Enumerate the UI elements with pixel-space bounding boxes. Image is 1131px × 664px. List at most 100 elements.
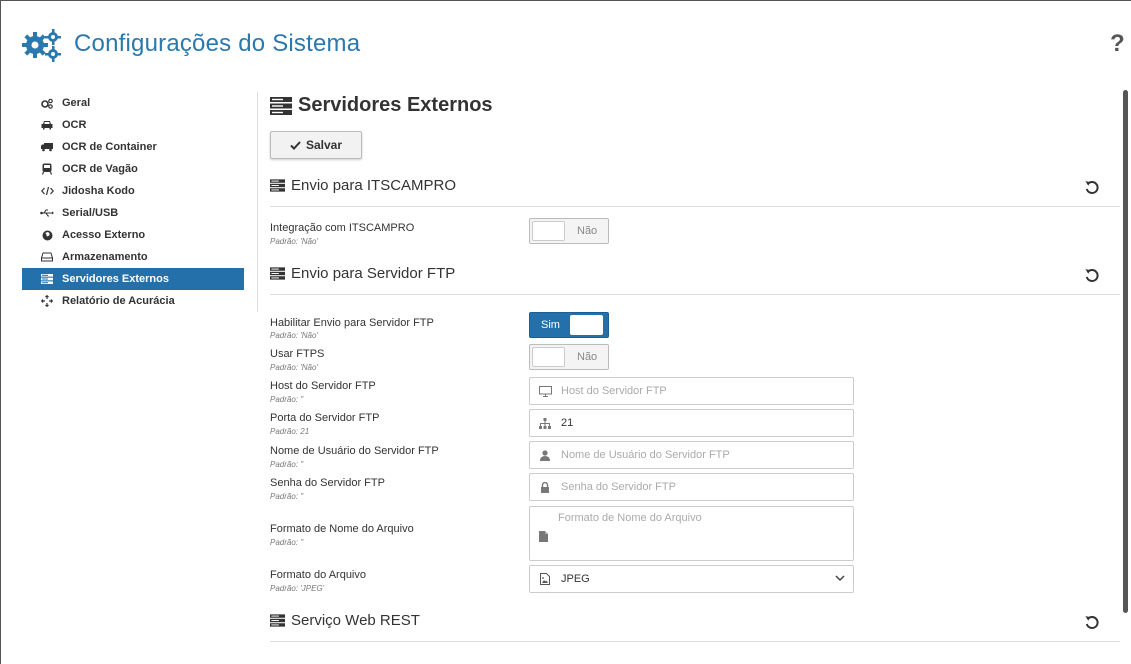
file-format-value: JPEG bbox=[561, 573, 590, 585]
train-icon bbox=[40, 162, 54, 176]
ftp-password-input[interactable] bbox=[561, 481, 841, 493]
sidebar-item-ocr-container[interactable]: OCR de Container bbox=[22, 136, 244, 158]
server-icon bbox=[270, 179, 285, 192]
sidebar-item-jidosha-kodo[interactable]: Jidosha Kodo bbox=[22, 180, 244, 202]
ftp-port-field[interactable] bbox=[529, 409, 854, 437]
field-label: Integração com ITSCAMPRO bbox=[270, 222, 415, 234]
field-default: Padrão: 'Não' bbox=[270, 331, 318, 340]
page-title: Configurações do Sistema bbox=[74, 30, 361, 57]
field-label: Habilitar Envio para Servidor FTP bbox=[270, 317, 434, 329]
page-header: Configurações do Sistema ? bbox=[0, 0, 1131, 90]
integracao-itscampro-toggle[interactable]: Não bbox=[529, 218, 609, 244]
truck-icon bbox=[40, 140, 54, 154]
image-file-icon bbox=[538, 572, 552, 586]
sidebar-item-geral[interactable]: Geral bbox=[22, 92, 244, 114]
field-default: Padrão: '' bbox=[270, 538, 304, 547]
section-title: Servidores Externos bbox=[270, 94, 493, 117]
check-icon bbox=[290, 140, 301, 150]
sidebar-item-label: OCR de Container bbox=[62, 141, 157, 153]
field-label: Formato de Nome do Arquivo bbox=[270, 523, 414, 535]
sidebar-item-label: OCR bbox=[62, 119, 87, 131]
sidebar-divider bbox=[257, 92, 258, 312]
field-default: Padrão: 'Não' bbox=[270, 237, 318, 246]
sidebar-item-label: Geral bbox=[62, 97, 91, 109]
filename-format-input[interactable] bbox=[558, 512, 848, 556]
sidebar-item-label: Jidosha Kodo bbox=[62, 185, 135, 197]
help-icon[interactable]: ? bbox=[1110, 30, 1125, 58]
sidebar: Geral OCR OCR de Container OCR de Vagão … bbox=[22, 92, 244, 312]
ftp-user-input[interactable] bbox=[561, 449, 841, 461]
sidebar-item-ocr-vagao[interactable]: OCR de Vagão bbox=[22, 158, 244, 180]
usb-icon bbox=[40, 206, 54, 220]
chevron-down-icon bbox=[835, 575, 845, 582]
field-label: Formato do Arquivo bbox=[270, 569, 366, 581]
sidebar-item-servidores-externos[interactable]: Servidores Externos bbox=[22, 268, 244, 290]
user-icon bbox=[538, 448, 552, 462]
scrollbar-thumb[interactable] bbox=[1123, 90, 1128, 613]
sidebar-item-label: OCR de Vagão bbox=[62, 163, 138, 175]
sidebar-item-label: Servidores Externos bbox=[62, 273, 169, 285]
subsection-title: Envio para ITSCAMPRO bbox=[270, 177, 456, 194]
toggle-text: Não bbox=[577, 351, 598, 363]
toggle-knob bbox=[570, 315, 603, 335]
field-default: Padrão: '' bbox=[270, 492, 304, 501]
usar-ftps-toggle[interactable]: Não bbox=[529, 344, 609, 370]
sidebar-item-serial-usb[interactable]: Serial/USB bbox=[22, 202, 244, 224]
car-icon bbox=[40, 118, 54, 132]
subsection-itscampro: Envio para ITSCAMPRO bbox=[270, 175, 1120, 207]
sidebar-item-acesso-externo[interactable]: Acesso Externo bbox=[22, 224, 244, 246]
save-button[interactable]: Salvar bbox=[270, 131, 362, 159]
subsection-title-text: Envio para ITSCAMPRO bbox=[291, 177, 457, 194]
toggle-knob bbox=[532, 347, 565, 367]
sidebar-item-label: Serial/USB bbox=[62, 207, 119, 219]
server-icon bbox=[40, 272, 54, 286]
ftp-user-field[interactable] bbox=[529, 441, 854, 469]
file-icon bbox=[539, 529, 548, 547]
desktop-icon bbox=[538, 384, 552, 398]
field-label: Usar FTPS bbox=[270, 348, 325, 360]
sidebar-item-relatorio-acuracia[interactable]: Relatório de Acurácia bbox=[22, 290, 244, 312]
sitemap-icon bbox=[538, 416, 552, 430]
field-label: Host do Servidor FTP bbox=[270, 380, 376, 392]
sidebar-item-armazenamento[interactable]: Armazenamento bbox=[22, 246, 244, 268]
field-default: Padrão: 'Não' bbox=[270, 363, 318, 372]
undo-icon[interactable] bbox=[1084, 179, 1100, 195]
subsection-rest: Serviço Web REST bbox=[270, 610, 1120, 642]
ftp-port-input[interactable] bbox=[561, 417, 841, 429]
server-icon bbox=[270, 96, 292, 115]
undo-icon[interactable] bbox=[1084, 614, 1100, 630]
field-default: Padrão: '' bbox=[270, 395, 304, 404]
subsection-title-text: Serviço Web REST bbox=[291, 612, 420, 629]
subsection-title-text: Envio para Servidor FTP bbox=[291, 265, 456, 282]
sidebar-item-ocr[interactable]: OCR bbox=[22, 114, 244, 136]
ftp-host-field[interactable] bbox=[529, 377, 854, 405]
toggle-text: Não bbox=[577, 225, 598, 237]
field-default: Padrão: 21 bbox=[270, 427, 310, 436]
sidebar-item-label: Acesso Externo bbox=[62, 229, 146, 241]
section-title-text: Servidores Externos bbox=[298, 94, 493, 116]
field-default: Padrão: '' bbox=[270, 460, 304, 469]
habilitar-ftp-toggle[interactable]: Sim bbox=[529, 312, 609, 338]
file-format-select[interactable]: JPEG bbox=[529, 565, 854, 593]
toggle-knob bbox=[532, 221, 565, 241]
field-label: Nome de Usuário do Servidor FTP bbox=[270, 445, 439, 457]
subsection-title: Serviço Web REST bbox=[270, 612, 420, 629]
undo-icon[interactable] bbox=[1084, 267, 1100, 283]
save-button-label: Salvar bbox=[305, 138, 343, 152]
subsection-title: Envio para Servidor FTP bbox=[270, 265, 455, 282]
hdd-icon bbox=[40, 250, 54, 264]
toggle-text: Sim bbox=[541, 319, 560, 331]
filename-format-field[interactable] bbox=[529, 506, 854, 561]
field-default: Padrão: 'JPEG' bbox=[270, 584, 325, 593]
server-icon bbox=[270, 267, 285, 280]
field-label: Senha do Servidor FTP bbox=[270, 477, 385, 489]
lock-icon bbox=[538, 480, 552, 494]
ftp-password-field[interactable] bbox=[529, 473, 854, 501]
ftp-host-input[interactable] bbox=[561, 385, 841, 397]
server-icon bbox=[270, 614, 285, 627]
sidebar-item-label: Armazenamento bbox=[62, 251, 148, 263]
gears-icon bbox=[22, 29, 61, 62]
sidebar-item-label: Relatório de Acurácia bbox=[62, 295, 175, 307]
subsection-ftp: Envio para Servidor FTP bbox=[270, 263, 1120, 295]
crosshairs-icon bbox=[40, 294, 54, 308]
